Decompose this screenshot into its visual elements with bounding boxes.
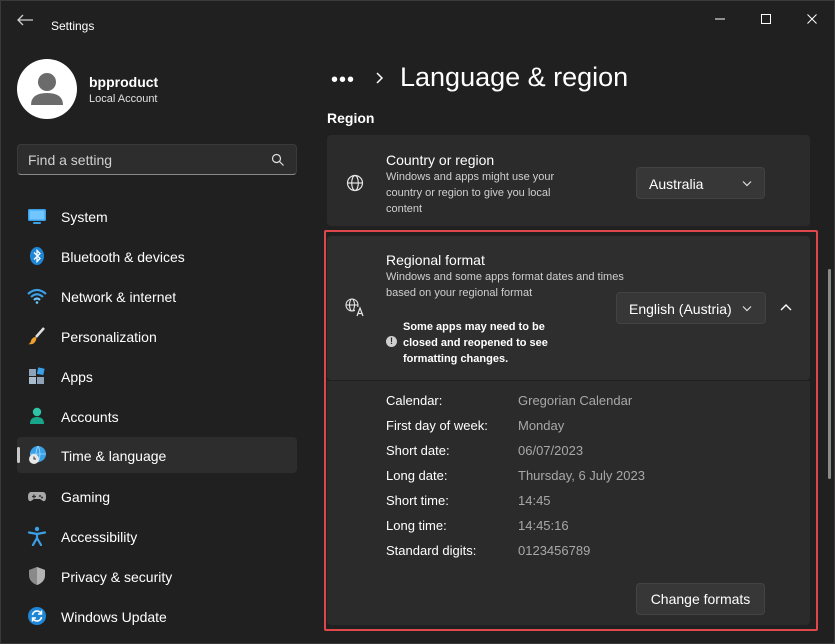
sidebar-item-accounts[interactable]: Accounts bbox=[17, 398, 297, 434]
change-formats-button[interactable]: Change formats bbox=[636, 583, 765, 615]
minimize-icon bbox=[715, 18, 725, 20]
account-type: Local Account bbox=[89, 93, 158, 105]
detail-value-short-time: 14:45 bbox=[518, 493, 551, 508]
back-arrow-icon[interactable] bbox=[15, 13, 35, 27]
gamepad-icon bbox=[28, 492, 46, 502]
active-indicator bbox=[17, 447, 20, 463]
chevron-up-icon[interactable] bbox=[780, 303, 792, 311]
detail-label-long-time: Long time: bbox=[386, 518, 447, 533]
chevron-right-icon bbox=[376, 72, 384, 84]
chevron-down-icon bbox=[742, 306, 752, 312]
detail-value-long-date: Thursday, 6 July 2023 bbox=[518, 468, 645, 483]
regional-format-dropdown[interactable]: English (Austria) bbox=[616, 292, 766, 324]
paintbrush-icon bbox=[28, 327, 45, 345]
title-bar: Settings bbox=[1, 1, 835, 37]
sidebar-item-network[interactable]: Network & internet bbox=[17, 278, 297, 314]
sidebar-item-label: Privacy & security bbox=[61, 569, 173, 585]
formatting-change-note: Some apps may need to be closed and reop… bbox=[403, 321, 548, 365]
maximize-button[interactable] bbox=[751, 7, 781, 31]
user-name: bpproduct bbox=[89, 74, 159, 90]
regional-format-description: Windows and some apps format dates and t… bbox=[386, 271, 624, 299]
search-box[interactable] bbox=[17, 144, 297, 175]
user-silhouette-icon bbox=[31, 73, 63, 105]
detail-label-standard-digits: Standard digits: bbox=[386, 543, 477, 558]
close-icon bbox=[807, 14, 817, 24]
scrollbar-thumb[interactable] bbox=[828, 269, 831, 479]
maximize-icon bbox=[761, 14, 771, 24]
detail-value-short-date: 06/07/2023 bbox=[518, 443, 584, 458]
sidebar-item-label: Network & internet bbox=[61, 289, 177, 305]
sidebar-item-bluetooth[interactable]: Bluetooth & devices bbox=[17, 238, 297, 274]
detail-label-first-day: First day of week: bbox=[386, 418, 488, 433]
regional-format-title: Regional format bbox=[386, 252, 485, 268]
sidebar-item-label: Windows Update bbox=[61, 609, 167, 625]
detail-value-long-time: 14:45:16 bbox=[518, 518, 569, 533]
close-button[interactable] bbox=[797, 7, 827, 31]
settings-window: Settings bpproduct Local Account Find a … bbox=[0, 0, 835, 644]
sidebar-item-label: Accessibility bbox=[61, 529, 138, 545]
detail-value-calendar: Gregorian Calendar bbox=[518, 393, 633, 408]
detail-label-short-time: Short time: bbox=[386, 493, 449, 508]
sidebar-item-personalization[interactable]: Personalization bbox=[17, 318, 297, 354]
section-title-region: Region bbox=[327, 110, 375, 126]
breadcrumb-more-button[interactable]: ••• bbox=[331, 69, 355, 92]
sidebar-item-accessibility[interactable]: Accessibility bbox=[17, 518, 297, 554]
search-icon[interactable] bbox=[271, 153, 285, 167]
bluetooth-icon bbox=[30, 247, 44, 265]
app-title: Settings bbox=[51, 19, 95, 33]
sidebar-item-windows-update[interactable]: Windows Update bbox=[17, 598, 297, 634]
shield-icon bbox=[29, 567, 45, 585]
sidebar-item-label: Apps bbox=[61, 369, 93, 385]
page-title: Language & region bbox=[400, 62, 629, 92]
chevron-down-icon bbox=[742, 181, 752, 187]
country-dropdown-value: Australia bbox=[649, 176, 704, 192]
detail-label-short-date: Short date: bbox=[386, 443, 450, 458]
person-icon bbox=[30, 407, 44, 424]
update-icon bbox=[28, 607, 46, 625]
sidebar-item-apps[interactable]: Apps bbox=[17, 358, 297, 394]
country-dropdown[interactable]: Australia bbox=[636, 167, 765, 199]
globe-clock-icon bbox=[29, 445, 46, 464]
sidebar-item-privacy[interactable]: Privacy & security bbox=[17, 558, 297, 594]
avatar[interactable] bbox=[17, 59, 77, 119]
globe-icon bbox=[346, 174, 364, 192]
search-input[interactable] bbox=[28, 151, 258, 169]
monitor-icon bbox=[28, 209, 46, 224]
country-region-title: Country or region bbox=[386, 152, 495, 168]
country-region-description: Windows and apps might use your country … bbox=[386, 171, 555, 215]
detail-value-first-day: Monday bbox=[518, 418, 565, 433]
detail-value-standard-digits: 0123456789 bbox=[518, 543, 591, 558]
minimize-button[interactable] bbox=[705, 7, 735, 31]
accessibility-icon bbox=[27, 526, 47, 546]
language-format-icon bbox=[345, 298, 366, 317]
regional-format-dropdown-value: English (Austria) bbox=[629, 301, 732, 317]
detail-label-calendar: Calendar: bbox=[386, 393, 443, 408]
sidebar-item-label: Time & language bbox=[61, 448, 167, 464]
sidebar-item-label: System bbox=[61, 209, 108, 225]
sidebar-item-system[interactable]: System bbox=[17, 198, 297, 234]
detail-label-long-date: Long date: bbox=[386, 468, 448, 483]
sidebar-item-label: Personalization bbox=[61, 329, 157, 345]
info-icon: ! bbox=[386, 336, 397, 347]
sidebar-item-time-language[interactable]: Time & language bbox=[17, 437, 297, 473]
wifi-icon bbox=[27, 288, 47, 304]
sidebar-item-gaming[interactable]: Gaming bbox=[17, 478, 297, 514]
sidebar-item-label: Gaming bbox=[61, 489, 111, 505]
sidebar-item-label: Accounts bbox=[61, 409, 119, 425]
apps-icon bbox=[29, 367, 45, 384]
sidebar-item-label: Bluetooth & devices bbox=[61, 249, 185, 265]
